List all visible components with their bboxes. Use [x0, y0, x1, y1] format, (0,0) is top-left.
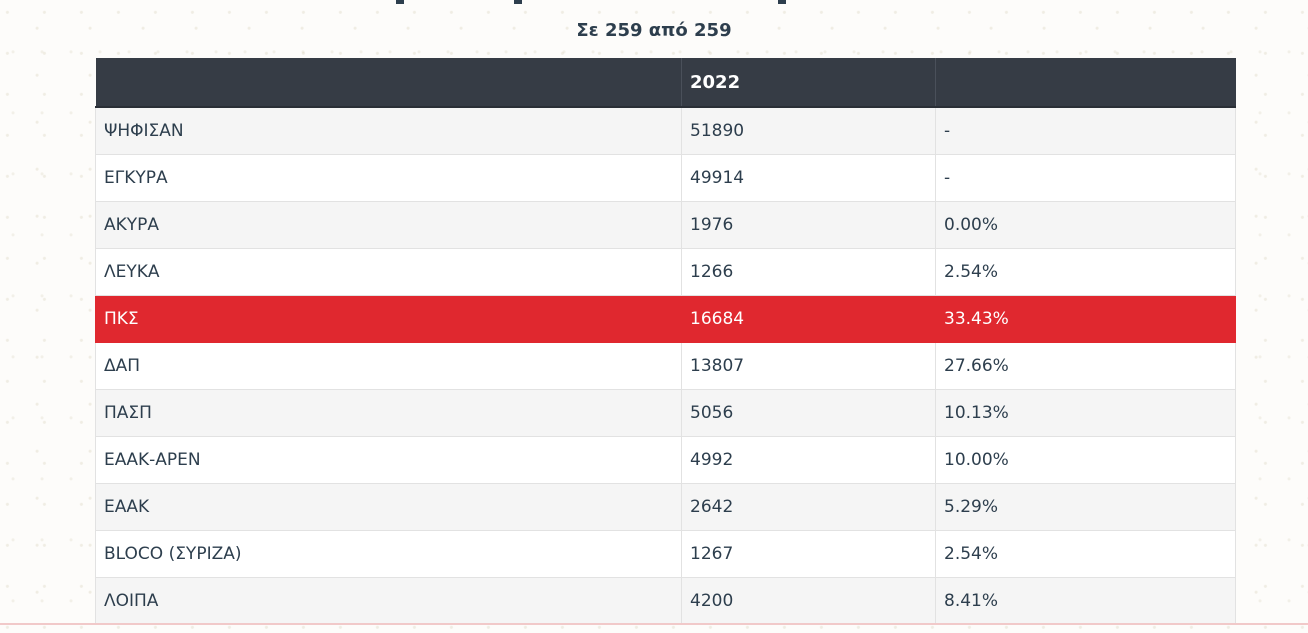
- table-row-highlighted: ΠΚΣ 16684 33.43%: [95, 295, 1236, 343]
- row-votes: 4992: [681, 436, 936, 484]
- row-label: ΕΓΚΥΡΑ: [95, 154, 682, 202]
- row-votes: 4200: [681, 577, 936, 625]
- row-votes: 5056: [681, 389, 936, 437]
- table-body: ΨΗΦΙΣΑΝ 51890 - ΕΓΚΥΡΑ 49914 - ΑΚΥΡΑ 197…: [95, 107, 1236, 625]
- table-row: ΛΕΥΚΑ 1266 2.54%: [95, 248, 1236, 296]
- results-table: 2022 ΨΗΦΙΣΑΝ 51890 - ΕΓΚΥΡΑ 49914 - ΑΚΥΡ…: [95, 58, 1236, 625]
- row-label: ΕΑΑΚ-ΑΡΕΝ: [95, 436, 682, 484]
- table-row: ΔΑΠ 13807 27.66%: [95, 342, 1236, 390]
- row-votes: 1266: [681, 248, 936, 296]
- row-votes: 16684: [681, 295, 936, 343]
- row-percent: 8.41%: [935, 577, 1236, 625]
- row-label: ΠΑΣΠ: [95, 389, 682, 437]
- header-label-column: [95, 58, 682, 108]
- row-votes: 1976: [681, 201, 936, 249]
- bottom-divider: [0, 623, 1308, 625]
- row-votes: 1267: [681, 530, 936, 578]
- table-row: ΕΑΑΚ-ΑΡΕΝ 4992 10.00%: [95, 436, 1236, 484]
- row-label: BLOCO (ΣΥΡΙΖΑ): [95, 530, 682, 578]
- row-votes: 2642: [681, 483, 936, 531]
- row-percent: 10.00%: [935, 436, 1236, 484]
- header-percent-column: [935, 58, 1236, 108]
- row-percent: 5.29%: [935, 483, 1236, 531]
- row-votes: 51890: [681, 107, 936, 155]
- row-percent: -: [935, 154, 1236, 202]
- header-year: 2022: [681, 58, 936, 108]
- row-percent: 10.13%: [935, 389, 1236, 437]
- table-row: ΕΓΚΥΡΑ 49914 -: [95, 154, 1236, 202]
- table-header-row: 2022: [95, 58, 1236, 108]
- table-row: BLOCO (ΣΥΡΙΖΑ) 1267 2.54%: [95, 530, 1236, 578]
- results-subtitle: Σε 259 από 259: [576, 20, 732, 41]
- row-votes: 49914: [681, 154, 936, 202]
- row-label: ΛΕΥΚΑ: [95, 248, 682, 296]
- row-percent: 27.66%: [935, 342, 1236, 390]
- row-percent: 0.00%: [935, 201, 1236, 249]
- row-votes: 13807: [681, 342, 936, 390]
- row-percent: 2.54%: [935, 248, 1236, 296]
- title-remnant: [392, 0, 792, 4]
- row-label: ΑΚΥΡΑ: [95, 201, 682, 249]
- row-label: ΛΟΙΠΑ: [95, 577, 682, 625]
- table-row: ΑΚΥΡΑ 1976 0.00%: [95, 201, 1236, 249]
- row-label: ΨΗΦΙΣΑΝ: [95, 107, 682, 155]
- row-percent: 2.54%: [935, 530, 1236, 578]
- table-row: ΠΑΣΠ 5056 10.13%: [95, 389, 1236, 437]
- row-percent: 33.43%: [935, 295, 1236, 343]
- table-row: ΕΑΑΚ 2642 5.29%: [95, 483, 1236, 531]
- row-label: ΠΚΣ: [95, 295, 682, 343]
- row-percent: -: [935, 107, 1236, 155]
- table-row: ΨΗΦΙΣΑΝ 51890 -: [95, 107, 1236, 155]
- row-label: ΕΑΑΚ: [95, 483, 682, 531]
- table-row: ΛΟΙΠΑ 4200 8.41%: [95, 577, 1236, 625]
- row-label: ΔΑΠ: [95, 342, 682, 390]
